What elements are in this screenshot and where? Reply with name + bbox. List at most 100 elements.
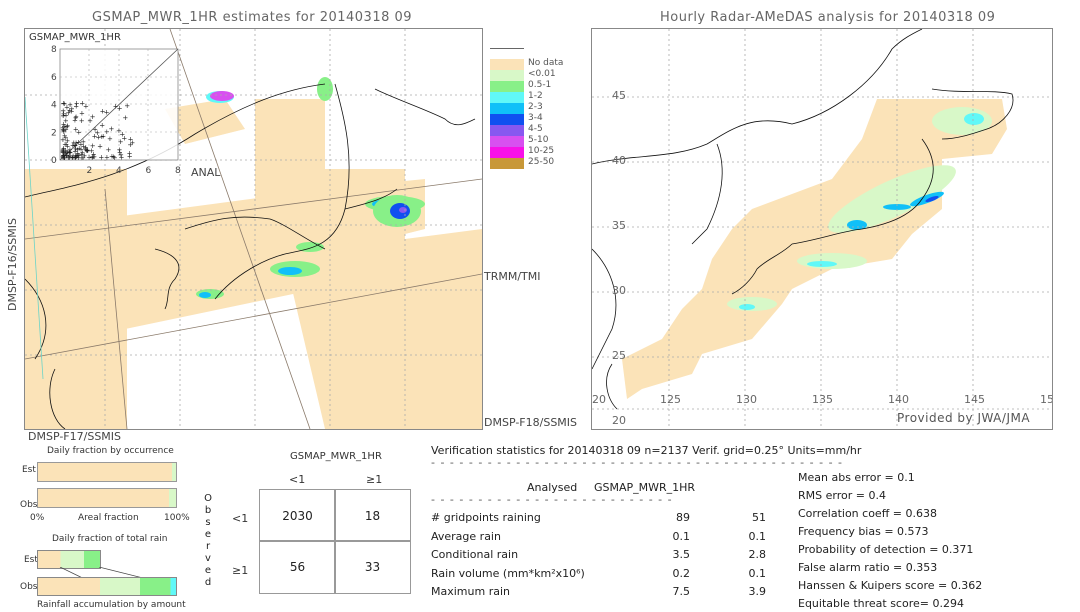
- legend-swatch: [490, 136, 524, 147]
- lon-tick: 135: [812, 393, 833, 406]
- scatter-point: +: [83, 103, 89, 111]
- scatter-point: +: [63, 141, 69, 149]
- lon-tick: 145: [964, 393, 985, 406]
- lat-tick: 35: [612, 219, 626, 232]
- lat-tick: 25: [612, 349, 626, 362]
- lat-tick: 30: [612, 284, 626, 297]
- radar-coverage: [622, 99, 1007, 399]
- stat-gsmap: 3.9: [748, 585, 767, 598]
- legend-label: 4-5: [528, 124, 543, 134]
- scatter-point: +: [107, 135, 113, 143]
- scatter-point: +: [67, 101, 73, 109]
- scatter-point: +: [75, 150, 81, 158]
- legend-label: 1-2: [528, 91, 543, 101]
- legend-label: 5-10: [528, 135, 549, 145]
- legend-label: No data: [528, 58, 564, 68]
- scatter-point: +: [97, 142, 103, 150]
- observed-letter: d: [204, 577, 212, 588]
- cell-obs-lt1-est-lt1: 2030: [259, 489, 336, 542]
- lat-tick: 45: [612, 89, 626, 102]
- legend-swatch: [490, 92, 524, 103]
- observed-letter: e: [204, 565, 212, 576]
- rain-obs-bar: [37, 577, 177, 596]
- legend-swatch: [490, 81, 524, 92]
- col-header-ge1: ≥1: [366, 473, 383, 486]
- verification-divider: - - - - - - - - - - - - - - - - - - - - …: [431, 456, 846, 469]
- lon-tick: 15: [1040, 393, 1053, 406]
- stat-label: # gridpoints raining: [431, 511, 541, 524]
- stat-analysed: 7.5: [672, 585, 691, 598]
- legend-item: 1-2: [490, 91, 560, 103]
- scatter-point: +: [122, 114, 128, 122]
- accum-label: Rainfall accumulation by amount: [37, 600, 186, 610]
- score-line: Correlation coeff = 0.638: [798, 507, 937, 520]
- inset-xlabel: ANAL: [191, 166, 221, 179]
- lat-tick: 20: [612, 414, 626, 427]
- inset-y-tick: 4: [51, 101, 57, 111]
- occ-axis-right: 100%: [164, 513, 190, 523]
- scatter-point: +: [117, 149, 123, 157]
- stat-label: Maximum rain: [431, 585, 510, 598]
- scatter-point: +: [81, 152, 87, 160]
- left-map-title: GSMAP_MWR_1HR estimates for 20140318 09: [92, 10, 413, 25]
- scatter-point: +: [73, 114, 79, 122]
- legend-label: 10-25: [528, 146, 555, 156]
- observed-letter: O: [204, 493, 212, 504]
- lon-tick: 140: [888, 393, 909, 406]
- inset-y-tick: 2: [51, 128, 57, 138]
- legend-item: 2-3: [490, 102, 560, 114]
- lon-tick: 130: [736, 393, 757, 406]
- right-map: 20 125 130 135 140 145 15 45 40 35 30 25 20 Provide…: [591, 28, 1053, 430]
- contingency-title: GSMAP_MWR_1HR: [290, 451, 382, 462]
- cell-obs-ge1-est-lt1: 56: [259, 540, 336, 594]
- scatter-point: +: [105, 146, 111, 154]
- score-line: RMS error = 0.4: [798, 489, 886, 502]
- occ-axis-left: 0%: [30, 513, 45, 523]
- scatter-point: +: [76, 128, 82, 136]
- scatter-point: +: [78, 140, 84, 148]
- observed-letter: b: [204, 505, 212, 516]
- observed-letter: v: [205, 553, 211, 564]
- legend-swatch: [490, 70, 524, 81]
- credit-label: Provided by JWA/JMA: [897, 411, 1031, 425]
- legend-label: 0.5-1: [528, 80, 552, 90]
- stat-analysed: 3.5: [672, 548, 691, 561]
- total-rain-title: Daily fraction of total rain: [52, 534, 168, 544]
- color-legend: No data <0.01 0.5-1 1-2 2-3 3-4 4-5 5-10 10-25 25…: [490, 48, 564, 170]
- lon-tick: 20: [592, 393, 606, 406]
- stat-gsmap: 0.1: [748, 566, 767, 580]
- scatter-point: +: [87, 117, 93, 125]
- scatter-point: +: [121, 135, 127, 143]
- legend-label: <0.01: [528, 69, 556, 79]
- lat-tick: 40: [612, 154, 626, 167]
- scatter-point: +: [124, 102, 130, 110]
- cell-obs-lt1-est-ge1: 18: [334, 489, 411, 542]
- legend-item: 25-50: [490, 157, 560, 169]
- legend-label: 3-4: [528, 113, 543, 123]
- column-divider: - - - - - - - - - - - - - - - - - - - - …: [431, 493, 675, 506]
- inset-title: GSMAP_MWR_1HR: [29, 32, 121, 43]
- legend-label: 25-50: [528, 157, 555, 167]
- swath-label-f17: DMSP-F17/SSMIS: [28, 430, 122, 443]
- stat-gsmap: 0.1: [748, 529, 767, 543]
- rain-est-label: Est: [24, 555, 38, 565]
- stat-gsmap: 2.8: [748, 548, 767, 561]
- scatter-point: +: [108, 125, 114, 133]
- stat-label: Conditional rain: [431, 548, 519, 561]
- occ-obs-label: Obs: [20, 500, 38, 510]
- legend-swatch: [490, 103, 524, 114]
- observed-label: Observed: [203, 493, 213, 589]
- legend-swatch: [490, 114, 524, 125]
- lon-tick: 125: [660, 393, 681, 406]
- legend-item: 0.5-1: [490, 80, 560, 92]
- swath-label-trmm: TRMM/TMI: [484, 270, 541, 283]
- legend-item: 3-4: [490, 113, 560, 125]
- scatter-point: +: [128, 135, 134, 143]
- occ-axis-mid: Areal fraction: [78, 513, 139, 523]
- inset-y-tick: 0: [51, 156, 57, 166]
- right-map-canvas: [592, 29, 1052, 429]
- legend-swatch: [490, 158, 524, 169]
- row-header-lt1: <1: [232, 512, 249, 525]
- scatter-point: +: [91, 153, 97, 161]
- scatter-point: +: [79, 117, 85, 125]
